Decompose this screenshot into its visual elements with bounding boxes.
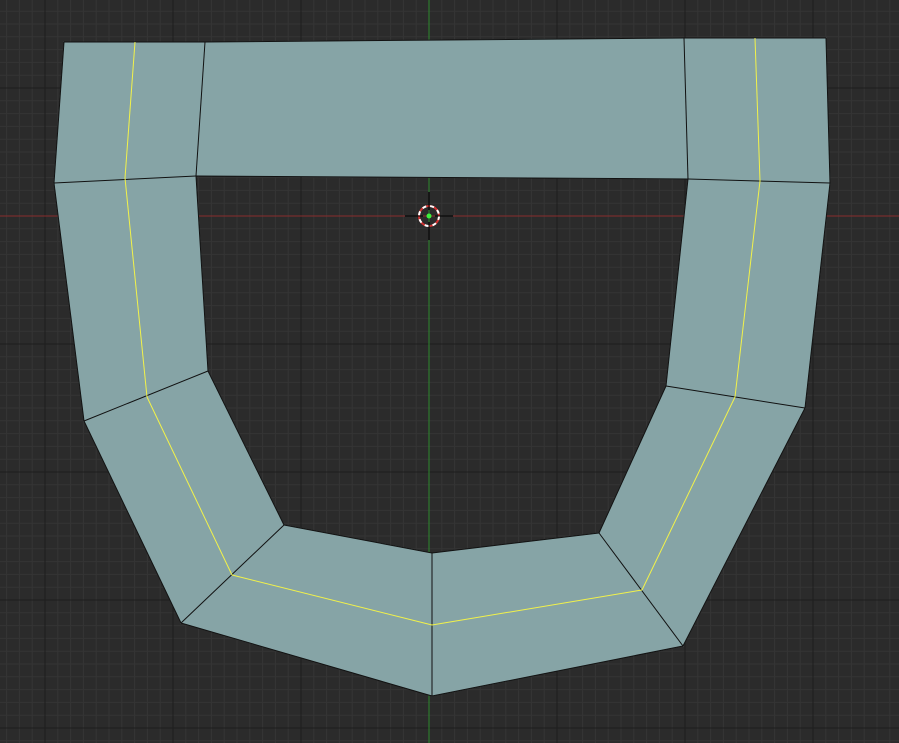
mesh-face: [195, 37, 689, 180]
mesh-face: [665, 178, 831, 409]
origin-dot: [426, 213, 432, 219]
viewport-canvas[interactable]: [0, 0, 899, 743]
3d-viewport[interactable]: [0, 0, 899, 743]
mesh-face: [683, 37, 831, 184]
